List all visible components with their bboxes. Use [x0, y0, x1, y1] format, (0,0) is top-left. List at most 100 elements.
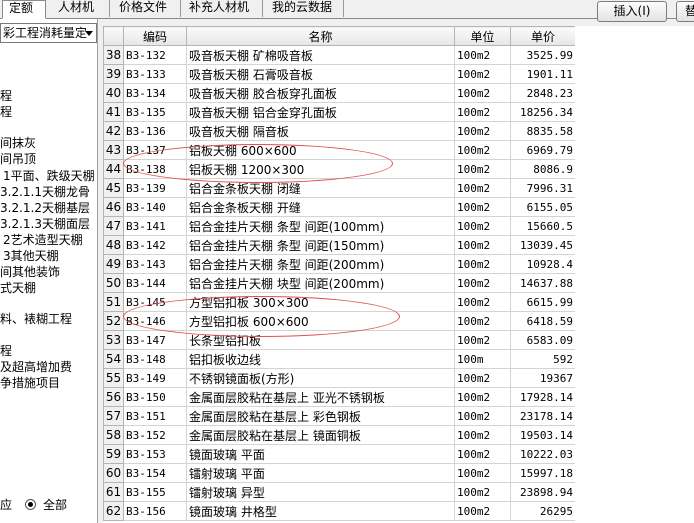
- table-row[interactable]: 42 B3-136 吸音板天棚 隔音板 100m2 8835.58: [103, 121, 575, 141]
- table-row[interactable]: 45 B3-139 铝合金条板天棚 闭缝 100m2 7996.31: [103, 178, 575, 198]
- row-name: 吸音板天棚 铝合金穿孔面板: [186, 102, 455, 122]
- col-header-name[interactable]: 名称: [186, 26, 455, 46]
- row-unit: 100m2: [454, 197, 511, 217]
- row-unit: 100m2: [454, 254, 511, 274]
- row-code: B3-144: [123, 273, 187, 293]
- row-code: B3-152: [123, 425, 187, 445]
- row-price: 15660.5: [510, 216, 575, 236]
- tab-supplement-material[interactable]: 补充人材机: [183, 0, 263, 17]
- row-price: 3525.99: [510, 45, 575, 65]
- row-code: B3-150: [123, 387, 187, 407]
- table-row[interactable]: 54 B3-148 铝扣板收边线 100m 592: [103, 349, 575, 369]
- tree-item[interactable]: 1平面、跌级天棚: [3, 168, 95, 184]
- tree-item[interactable]: 间吊顶: [0, 151, 36, 167]
- tree-item[interactable]: 3其他天棚: [3, 248, 59, 264]
- row-price: 6969.79: [510, 140, 575, 160]
- table-row[interactable]: 59 B3-153 镜面玻璃 平面 100m2 10222.03: [103, 444, 575, 464]
- table-row[interactable]: 46 B3-140 铝合金条板天棚 开缝 100m2 6155.05: [103, 197, 575, 217]
- quota-library-select[interactable]: 彩工程消耗量定: [0, 23, 97, 43]
- table-row[interactable]: 51 B3-145 方型铝扣板 300×300 100m2 6615.99: [103, 292, 575, 312]
- tree-item[interactable]: 程: [0, 104, 12, 120]
- tab-labor-material-machine[interactable]: 人材机: [52, 0, 110, 17]
- tab-my-cloud-data[interactable]: 我的云数据: [266, 0, 344, 17]
- row-index: 41: [103, 102, 124, 122]
- radio-all[interactable]: [25, 499, 36, 510]
- table-row[interactable]: 44 B3-138 铝板天棚 1200×300 100m2 8086.9: [103, 159, 575, 179]
- tree-item[interactable]: 间抹灰: [0, 135, 36, 151]
- row-name: 铝合金挂片天棚 条型 间距(150mm): [186, 235, 455, 255]
- row-index: 45: [103, 178, 124, 198]
- row-index: 53: [103, 330, 124, 350]
- tree-item[interactable]: 争措施项目: [0, 375, 60, 391]
- row-index: 47: [103, 216, 124, 236]
- table-row[interactable]: 52 B3-146 方型铝扣板 600×600 100m2 6418.59: [103, 311, 575, 331]
- tab-price-file[interactable]: 价格文件: [113, 0, 181, 17]
- tree-item[interactable]: 程: [0, 88, 12, 104]
- tree-item[interactable]: 间其他装饰: [0, 264, 60, 280]
- row-price: 6418.59: [510, 311, 575, 331]
- row-name: 吸音板天棚 隔音板: [186, 121, 455, 141]
- row-price: 15997.18: [510, 463, 575, 483]
- row-price: 6583.09: [510, 330, 575, 350]
- insert-button[interactable]: 插入(I): [597, 1, 667, 22]
- row-unit: 100m2: [454, 178, 511, 198]
- row-code: B3-140: [123, 197, 187, 217]
- table-row[interactable]: 47 B3-141 铝合金挂片天棚 条型 间距(100mm) 100m2 15660.5: [103, 216, 575, 236]
- row-name: 铝扣板收边线: [186, 349, 455, 369]
- table-row[interactable]: 57 B3-151 金属面层胶粘在基层上 彩色钢板 100m2 23178.14: [103, 406, 575, 426]
- table-row[interactable]: 58 B3-152 金属面层胶粘在基层上 镜面铜板 100m2 19503.14: [103, 425, 575, 445]
- table-row[interactable]: 62 B3-156 镜面玻璃 井格型 100m2 26295: [103, 501, 575, 521]
- table-row[interactable]: 39 B3-133 吸音板天棚 石膏吸音板 100m2 1901.11: [103, 64, 575, 84]
- table-row[interactable]: 53 B3-147 长条型铝扣板 100m2 6583.09: [103, 330, 575, 350]
- row-price: 1901.11: [510, 64, 575, 84]
- row-unit: 100m2: [454, 482, 511, 502]
- row-index: 50: [103, 273, 124, 293]
- filter-radio-group: 应 全部: [0, 494, 97, 516]
- row-price: 10222.03: [510, 444, 575, 464]
- row-name: 镭射玻璃 平面: [186, 463, 455, 483]
- row-price: 10928.4: [510, 254, 575, 274]
- row-code: B3-142: [123, 235, 187, 255]
- replace-button[interactable]: 替: [676, 1, 694, 22]
- row-code: B3-148: [123, 349, 187, 369]
- table-row[interactable]: 48 B3-142 铝合金挂片天棚 条型 间距(150mm) 100m2 13039.4…: [103, 235, 575, 255]
- row-price: 6615.99: [510, 292, 575, 312]
- row-code: B3-151: [123, 406, 187, 426]
- tree-item[interactable]: 3.2.1.2天棚基层: [0, 200, 90, 216]
- radio-left-label: 应: [0, 498, 13, 512]
- tree-item[interactable]: 3.2.1.3天棚面层: [0, 216, 90, 232]
- row-price: 18256.34: [510, 102, 575, 122]
- row-name: 吸音板天棚 矿棉吸音板: [186, 45, 455, 65]
- row-index: 54: [103, 349, 124, 369]
- tree-item[interactable]: 料、裱糊工程: [0, 311, 72, 327]
- tab-quota[interactable]: 定额: [2, 0, 46, 19]
- tree-item[interactable]: 程: [0, 343, 12, 359]
- col-header-price[interactable]: 单价: [510, 26, 575, 46]
- col-header-unit[interactable]: 单位: [454, 26, 511, 46]
- row-unit: 100m2: [454, 406, 511, 426]
- row-price: 23178.14: [510, 406, 575, 426]
- row-index: 59: [103, 444, 124, 464]
- tree-item[interactable]: 式天棚: [0, 280, 36, 296]
- row-price: 8835.58: [510, 121, 575, 141]
- table-row[interactable]: 41 B3-135 吸音板天棚 铝合金穿孔面板 100m2 18256.34: [103, 102, 575, 122]
- table-row[interactable]: 55 B3-149 不锈钢镜面板(方形) 100m2 19367: [103, 368, 575, 388]
- table-row[interactable]: 38 B3-132 吸音板天棚 矿棉吸音板 100m2 3525.99: [103, 45, 575, 65]
- row-code: B3-143: [123, 254, 187, 274]
- tree-item[interactable]: 及超高增加费: [0, 359, 72, 375]
- table-row[interactable]: 49 B3-143 铝合金挂片天棚 条型 间距(200mm) 100m2 10928.4: [103, 254, 575, 274]
- col-header-code[interactable]: 编码: [123, 26, 187, 46]
- row-code: B3-147: [123, 330, 187, 350]
- row-unit: 100m: [454, 349, 511, 369]
- tree-item[interactable]: 3.2.1.1天棚龙骨: [0, 184, 90, 200]
- row-index: 38: [103, 45, 124, 65]
- row-code: B3-139: [123, 178, 187, 198]
- table-row[interactable]: 43 B3-137 铝板天棚 600×600 100m2 6969.79: [103, 140, 575, 160]
- table-row[interactable]: 50 B3-144 铝合金挂片天棚 块型 间距(200mm) 100m2 14637.8…: [103, 273, 575, 293]
- table-row[interactable]: 40 B3-134 吸音板天棚 胶合板穿孔面板 100m2 2848.23: [103, 83, 575, 103]
- table-row[interactable]: 60 B3-154 镭射玻璃 平面 100m2 15997.18: [103, 463, 575, 483]
- table-row[interactable]: 56 B3-150 金属面层胶粘在基层上 亚光不锈钢板 100m2 17928.14: [103, 387, 575, 407]
- row-unit: 100m2: [454, 235, 511, 255]
- table-row[interactable]: 61 B3-155 镭射玻璃 异型 100m2 23898.94: [103, 482, 575, 502]
- tree-item[interactable]: 2艺术造型天棚: [3, 232, 83, 248]
